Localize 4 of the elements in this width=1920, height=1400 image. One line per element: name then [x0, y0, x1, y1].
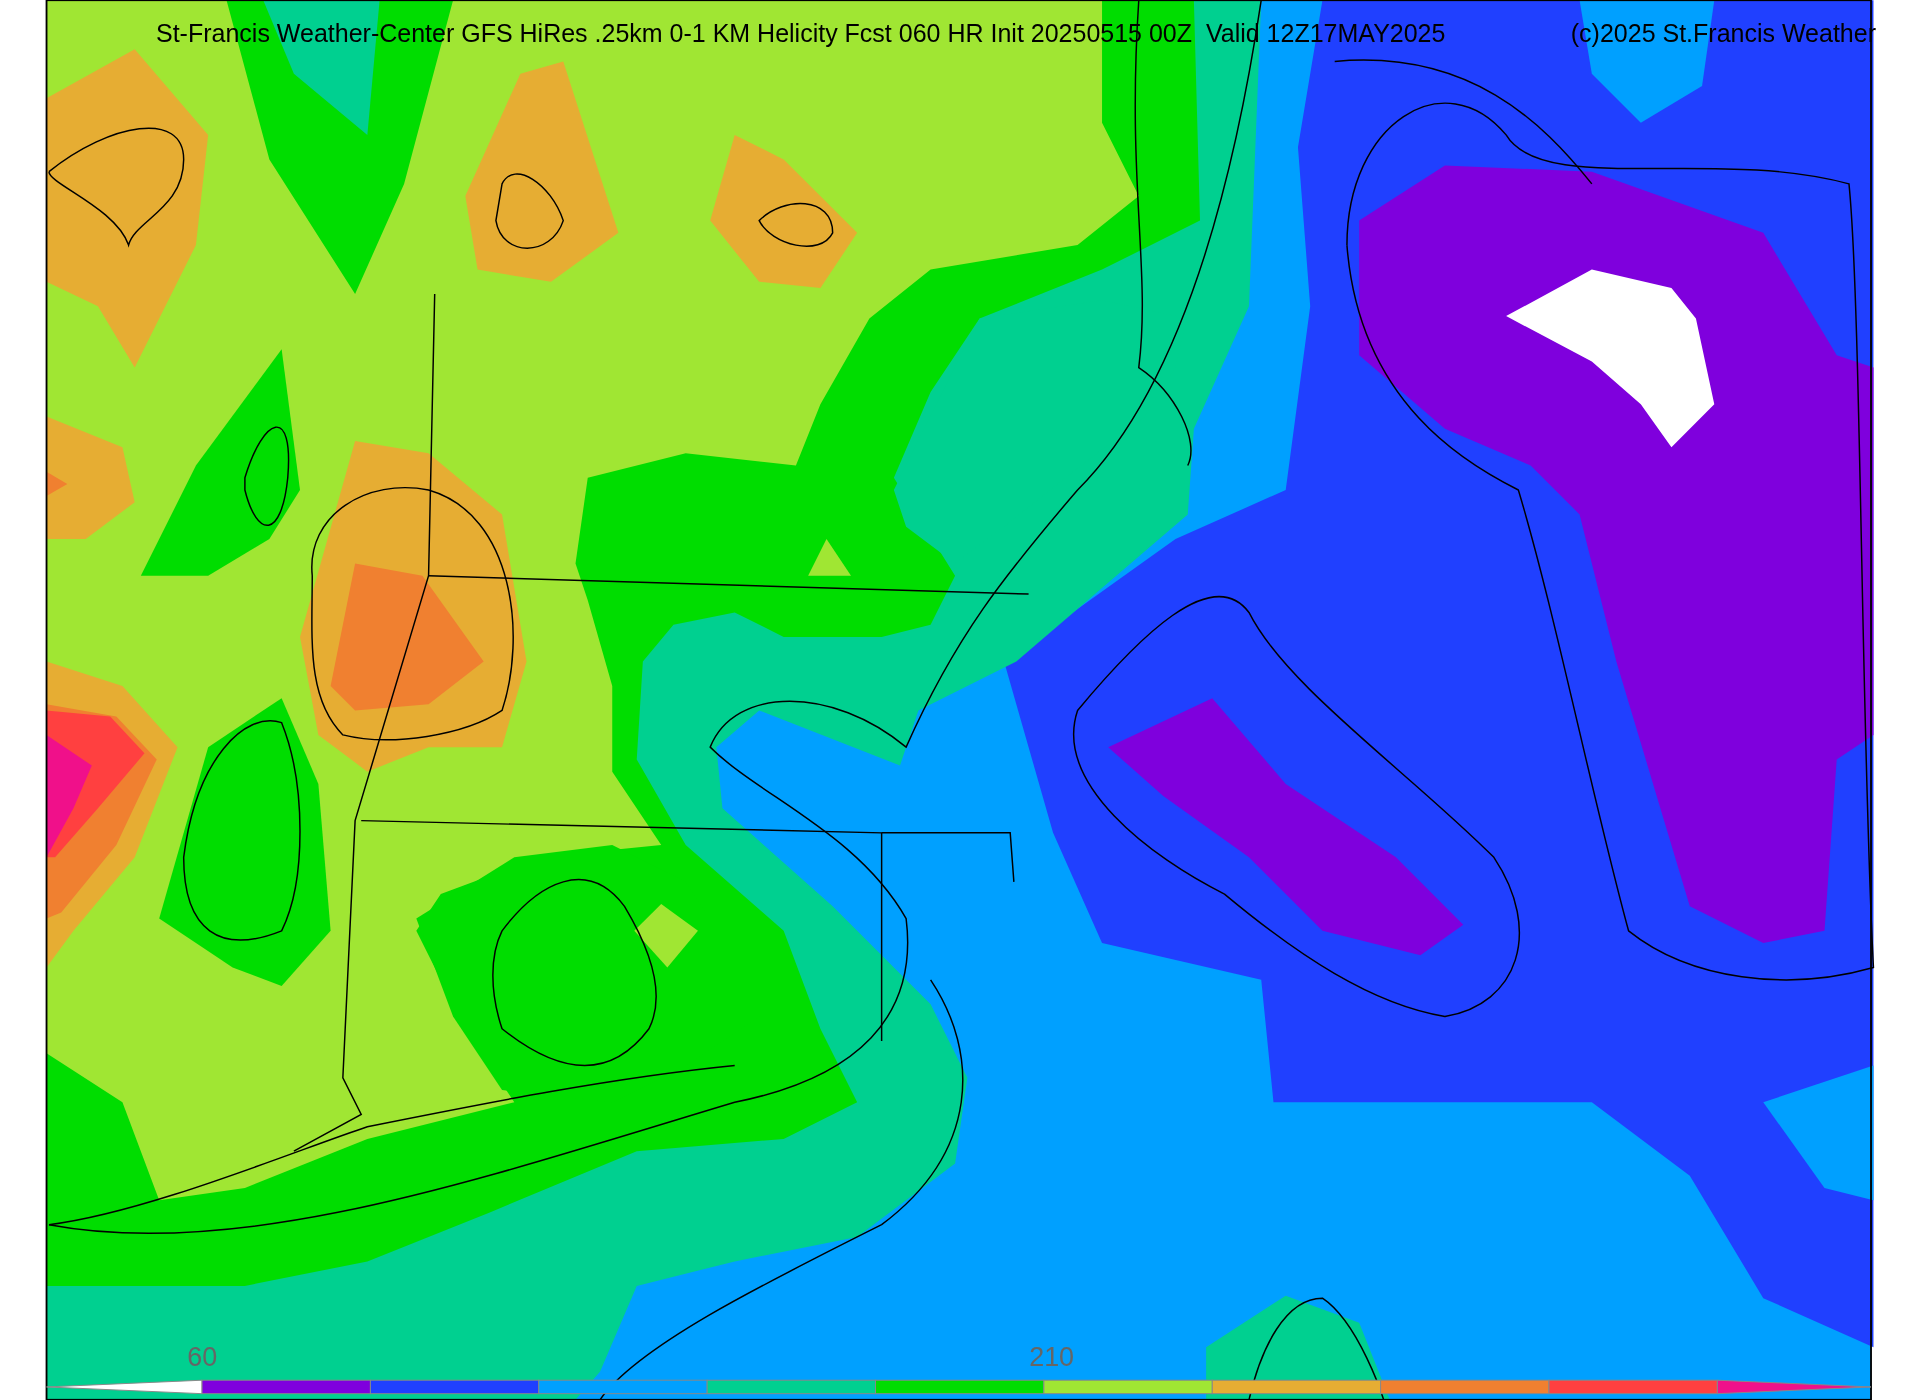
colorbar-label: 60	[187, 1341, 218, 1372]
contour-area	[808, 539, 851, 576]
colorbar-label: 210	[1029, 1341, 1075, 1372]
contour-area	[634, 903, 698, 968]
